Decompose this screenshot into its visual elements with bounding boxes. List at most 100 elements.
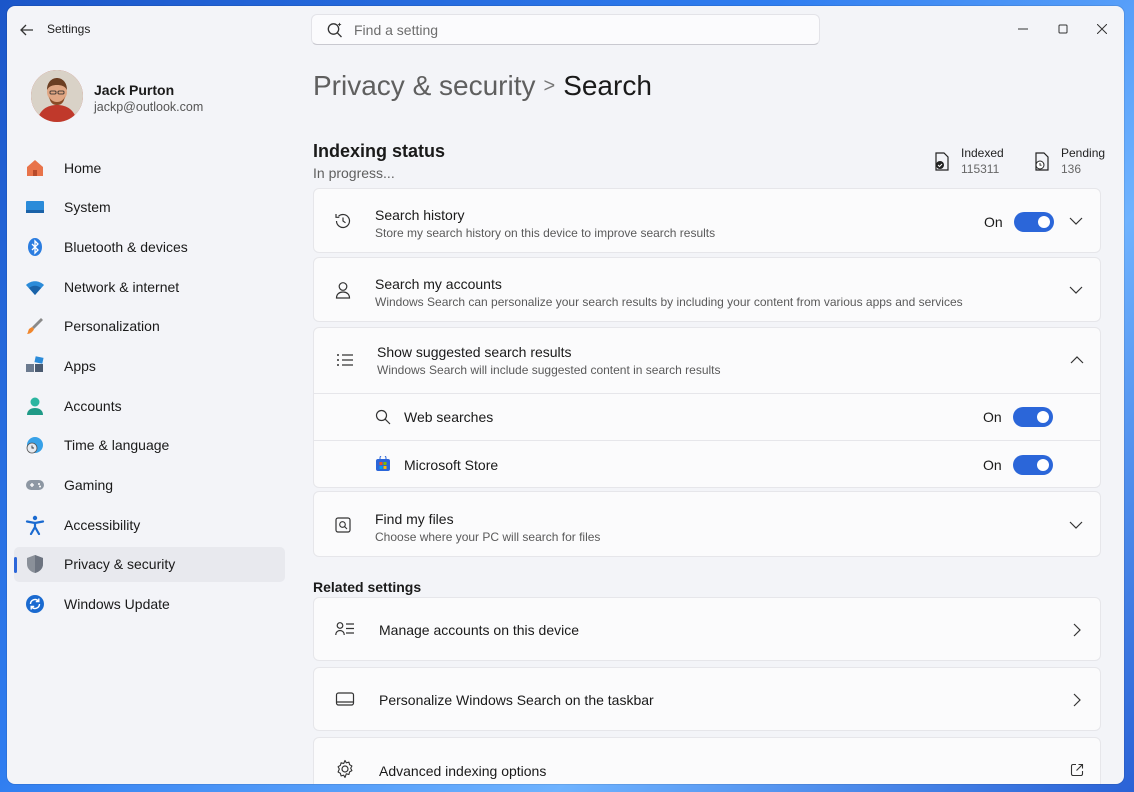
search-icon	[372, 406, 394, 428]
system-icon	[24, 196, 46, 218]
minimize-icon	[1018, 28, 1028, 30]
person-list-icon	[334, 618, 356, 640]
microsoft-store-label: Microsoft Store	[404, 457, 499, 473]
maximize-icon	[1058, 24, 1068, 34]
taskbar-icon	[334, 688, 356, 710]
person-icon	[332, 279, 354, 301]
sidebar-item-label: Apps	[64, 357, 96, 374]
indexing-status-text: In progress...	[313, 165, 395, 181]
indexed-document-icon	[933, 152, 951, 172]
breadcrumb-parent[interactable]: Privacy & security	[313, 70, 536, 101]
sidebar-item-label: Personalization	[64, 318, 160, 335]
avatar	[31, 70, 83, 122]
search-box[interactable]	[311, 14, 820, 45]
close-icon	[1097, 24, 1107, 34]
chevron-right-icon	[1069, 622, 1085, 638]
settings-window: Settings Find a setting Jack Purton jack…	[7, 6, 1124, 784]
brush-icon	[24, 315, 46, 337]
related-settings-heading: Related settings	[313, 579, 422, 595]
sidebar-item-apps[interactable]: Apps	[14, 348, 285, 383]
chevron-down-icon[interactable]	[1068, 517, 1084, 533]
clock-globe-icon	[24, 434, 46, 456]
sidebar-item-label: Gaming	[64, 477, 114, 493]
sidebar-item-label: Accessibility	[64, 516, 141, 533]
bluetooth-icon	[24, 236, 46, 258]
sidebar-item-home[interactable]: Home	[14, 150, 285, 185]
maximize-button[interactable]	[1052, 19, 1074, 39]
find-my-files-title: Find my files	[375, 511, 454, 527]
sidebar-item-label: Accounts	[64, 397, 122, 414]
sidebar-item-network[interactable]: Network & internet	[14, 269, 285, 304]
web-searches-label: Web searches	[404, 409, 494, 425]
web-searches-row: Web searches On	[314, 394, 1100, 440]
suggested-results-header[interactable]: Show suggested search results Windows Se…	[314, 328, 1100, 393]
sidebar-item-system[interactable]: System	[14, 190, 285, 225]
pending-document-icon	[1033, 152, 1051, 172]
history-icon	[332, 210, 354, 232]
profile-email: jackp@outlook.com	[94, 100, 204, 114]
gamepad-icon	[24, 474, 46, 496]
personalize-taskbar-label: Personalize Windows Search on the taskba…	[379, 692, 654, 708]
search-history-state: On	[984, 214, 1003, 230]
sidebar-item-accounts[interactable]: Accounts	[14, 388, 285, 423]
accessibility-icon	[24, 514, 46, 536]
search-history-card[interactable]: Search history Store my search history o…	[313, 188, 1101, 253]
chevron-right-icon	[1069, 692, 1085, 708]
microsoft-store-toggle[interactable]	[1013, 455, 1053, 475]
suggested-results-title: Show suggested search results	[377, 344, 572, 360]
external-link-icon	[1069, 762, 1085, 778]
indexing-status-title: Indexing status	[313, 141, 446, 161]
suggested-results-card: Show suggested search results Windows Se…	[313, 327, 1101, 488]
home-icon	[24, 157, 46, 179]
chevron-down-icon[interactable]	[1068, 282, 1084, 298]
web-searches-state: On	[983, 409, 1002, 425]
indexed-label: Indexed	[961, 146, 1004, 160]
sidebar-item-accessibility[interactable]: Accessibility	[14, 507, 285, 542]
app-title: Settings	[47, 22, 91, 36]
advanced-indexing-link[interactable]: Advanced indexing options	[313, 737, 1101, 784]
sidebar-item-time-language[interactable]: Time & language	[14, 428, 285, 463]
search-icon	[326, 21, 344, 39]
microsoft-store-state: On	[983, 457, 1002, 473]
pending-label: Pending	[1061, 146, 1106, 160]
sidebar-item-label: Time & language	[64, 437, 170, 454]
sidebar-item-label: Bluetooth & devices	[64, 238, 188, 255]
update-icon	[24, 593, 46, 615]
minimize-button[interactable]	[1012, 19, 1034, 39]
search-accounts-title: Search my accounts	[375, 276, 502, 292]
breadcrumb: Privacy & security > Search	[313, 70, 652, 102]
back-arrow-icon	[20, 24, 33, 36]
indexed-value: 115311	[961, 162, 1000, 176]
close-button[interactable]	[1091, 19, 1113, 39]
apps-icon	[24, 355, 46, 377]
search-accounts-desc: Windows Search can personalize your sear…	[375, 295, 963, 309]
sidebar-item-personalization[interactable]: Personalization	[14, 309, 285, 344]
title-bar: Settings	[7, 6, 1124, 52]
breadcrumb-separator: >	[543, 75, 556, 97]
microsoft-store-icon	[372, 453, 394, 475]
sidebar-item-label: System	[64, 199, 111, 216]
file-search-icon	[332, 514, 354, 536]
web-searches-toggle[interactable]	[1013, 407, 1053, 427]
search-input[interactable]	[354, 21, 774, 38]
chevron-up-icon[interactable]	[1069, 352, 1085, 368]
sidebar-item-label: Windows Update	[64, 596, 170, 613]
sidebar-item-gaming[interactable]: Gaming	[14, 468, 285, 503]
chevron-down-icon[interactable]	[1068, 213, 1084, 229]
search-accounts-card[interactable]: Search my accounts Windows Search can pe…	[313, 257, 1101, 322]
sidebar-item-privacy-security[interactable]: Privacy & security	[14, 546, 285, 582]
sidebar-item-bluetooth[interactable]: Bluetooth & devices	[14, 229, 285, 264]
page-title: Search	[563, 70, 652, 101]
find-my-files-card[interactable]: Find my files Choose where your PC will …	[313, 491, 1101, 557]
advanced-indexing-label: Advanced indexing options	[379, 763, 547, 779]
search-history-toggle[interactable]	[1014, 212, 1054, 232]
manage-accounts-link[interactable]: Manage accounts on this device	[313, 597, 1101, 661]
gear-icon	[334, 758, 356, 780]
search-history-desc: Store my search history on this device t…	[375, 226, 716, 240]
sidebar-item-label: Home	[64, 159, 102, 176]
personalize-taskbar-link[interactable]: Personalize Windows Search on the taskba…	[313, 667, 1101, 731]
sidebar-item-windows-update[interactable]: Windows Update	[14, 587, 285, 622]
pending-value: 136	[1061, 162, 1082, 176]
back-button[interactable]	[16, 20, 38, 40]
profile-name: Jack Purton	[94, 82, 175, 98]
